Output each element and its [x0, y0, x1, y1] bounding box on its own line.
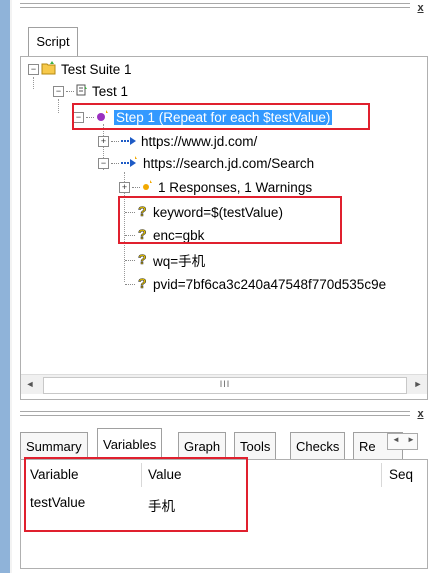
question-icon: ? — [137, 250, 149, 269]
column-header-seq[interactable]: Seq — [389, 465, 413, 485]
expand-icon[interactable]: + — [119, 181, 130, 193]
step-highlight-box — [72, 103, 370, 130]
collapse-icon[interactable]: − — [53, 85, 64, 97]
tab-scroll-buttons: ◄ ► — [387, 433, 418, 450]
arrow-right-icon — [121, 134, 137, 149]
tree-connector — [111, 162, 119, 164]
param-pvid: pvid=7bf6ca3c240a47548f770d535c9e — [153, 276, 387, 292]
bottom-pane-close-icon[interactable]: x — [415, 409, 426, 420]
tab-graph[interactable]: Graph — [178, 432, 227, 460]
scroll-right-icon[interactable]: ► — [409, 375, 427, 394]
param-wq: wq=手机 — [153, 254, 206, 269]
test-suite-label: Test Suite 1 — [61, 61, 132, 77]
top-sash-line — [20, 3, 410, 4]
horizontal-scrollbar[interactable]: ◄ III ► — [21, 374, 427, 394]
collapse-icon[interactable]: − — [28, 63, 39, 75]
expand-icon[interactable]: + — [98, 135, 109, 147]
question-icon: ? — [137, 274, 149, 293]
url2-label: https://search.jd.com/Search — [143, 155, 315, 171]
column-separator — [381, 463, 382, 487]
tab-script[interactable]: Script — [28, 27, 78, 57]
svg-text:?: ? — [138, 252, 147, 266]
response-icon — [142, 179, 154, 195]
tab-scroll-left-icon[interactable]: ◄ — [389, 435, 403, 444]
top-pane-close-icon[interactable]: x — [415, 3, 426, 14]
variables-highlight-box — [24, 457, 248, 532]
tree-connector — [125, 259, 135, 261]
tree-node-param[interactable]: ? pvid=7bf6ca3c240a47548f770d535c9e — [125, 274, 427, 294]
test-icon — [76, 84, 88, 99]
test-label: Test 1 — [92, 83, 129, 99]
left-inner-border — [10, 0, 12, 573]
svg-text:?: ? — [138, 276, 147, 290]
tree-connector — [111, 140, 119, 142]
tree-node-url1[interactable]: + https://www.jd.com/ — [98, 131, 257, 151]
scroll-left-icon[interactable]: ◄ — [21, 375, 39, 394]
tree-node-param[interactable]: ? wq=手机 — [125, 250, 205, 270]
tree-connector — [125, 283, 135, 285]
tab-checks[interactable]: Checks — [290, 432, 346, 460]
responses-label: 1 Responses, 1 Warnings — [158, 179, 313, 195]
top-sash-line-2 — [20, 7, 410, 8]
tab-tools[interactable]: Tools — [234, 432, 277, 460]
tree-connector — [66, 90, 74, 92]
tab-scroll-right-icon[interactable]: ► — [404, 435, 418, 444]
scrollbar-thumb[interactable]: III — [43, 377, 407, 394]
tree-node-responses[interactable]: + 1 Responses, 1 Warnings — [119, 177, 312, 197]
middle-sash-line-2 — [20, 415, 410, 416]
params-highlight-box — [118, 196, 342, 244]
tree-node-url2[interactable]: − https://search.jd.com/Search — [98, 153, 314, 173]
collapse-icon[interactable]: − — [98, 157, 109, 169]
left-accent-strip — [0, 0, 10, 573]
middle-sash-line — [20, 411, 410, 412]
tree-connector — [132, 186, 140, 188]
tree-guide — [58, 99, 59, 113]
tree-node-test-suite[interactable]: − Test Suite 1 — [28, 59, 132, 79]
url1-label: https://www.jd.com/ — [141, 133, 258, 149]
tree-node-test[interactable]: − Test 1 — [53, 81, 128, 101]
arrow-right-icon — [121, 155, 139, 171]
folder-icon — [41, 60, 57, 78]
tab-summary[interactable]: Summary — [20, 432, 88, 460]
